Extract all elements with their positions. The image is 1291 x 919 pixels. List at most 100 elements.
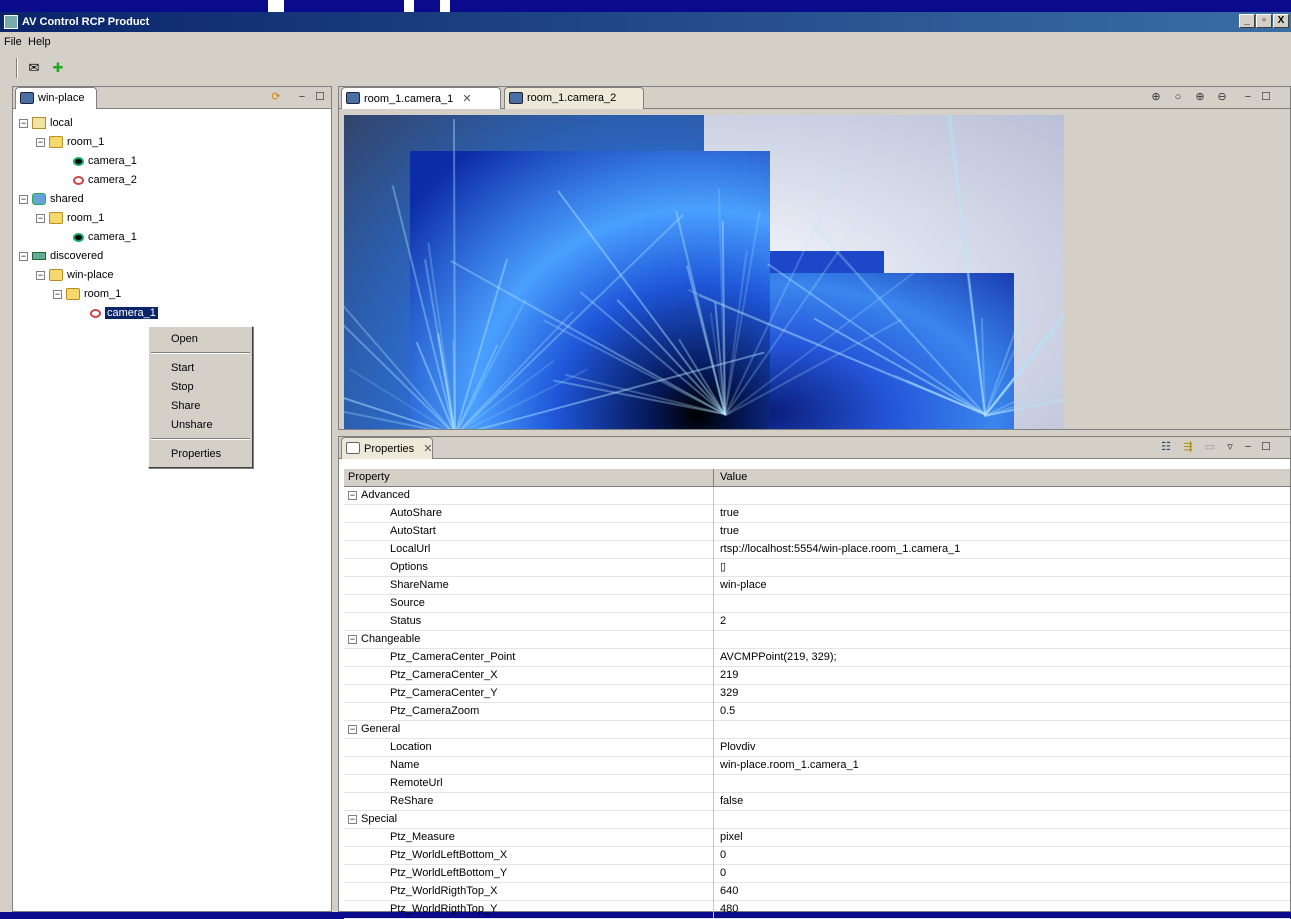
property-value[interactable]: 0 — [720, 865, 726, 882]
tree-node[interactable]: − local — [19, 115, 73, 133]
property-value[interactable]: ▯ — [720, 559, 726, 576]
menu-item-properties[interactable]: Properties — [171, 445, 221, 463]
property-row[interactable]: AutoStart true — [344, 523, 1290, 541]
property-row[interactable]: Ptz_WorldLeftBottom_Y 0 — [344, 865, 1290, 883]
tree-node[interactable]: camera_2 — [73, 172, 137, 190]
property-row[interactable]: Ptz_WorldLeftBottom_X 0 — [344, 847, 1290, 865]
restore-default-icon[interactable]: ▭ — [1203, 440, 1217, 454]
maximize-view-icon[interactable]: ☐ — [1259, 90, 1273, 104]
maximize-button[interactable]: ▫ — [1256, 14, 1272, 28]
zoom-fit-icon[interactable]: ⊕ — [1149, 90, 1163, 104]
property-row[interactable]: Ptz_CameraCenter_Y 329 — [344, 685, 1290, 703]
tab-camera-1[interactable]: room_1.camera_1 ✕ — [341, 87, 501, 109]
category-expander-icon[interactable]: − — [348, 814, 357, 824]
camera-video-view[interactable] — [344, 115, 1064, 429]
tree-node[interactable]: camera_1 — [73, 153, 137, 171]
minimize-view-icon[interactable]: − — [1241, 440, 1255, 454]
column-header-value[interactable]: Value — [720, 469, 747, 486]
maximize-view-icon[interactable]: ☐ — [1259, 440, 1273, 454]
property-value[interactable]: win-place — [720, 577, 766, 594]
category-expander-icon[interactable]: − — [348, 634, 357, 644]
property-row[interactable]: Ptz_WorldRigthTop_X 640 — [344, 883, 1290, 901]
property-value[interactable]: false — [720, 793, 743, 810]
tree-expander-icon[interactable]: − — [19, 118, 28, 128]
menu-item-unshare[interactable]: Unshare — [171, 416, 213, 434]
tree-expander-icon[interactable]: − — [36, 270, 45, 280]
add-icon[interactable]: ✚ — [50, 60, 66, 76]
property-row[interactable]: Ptz_CameraCenter_X 219 — [344, 667, 1290, 685]
property-value[interactable]: AVCMPPoint(219, 329); — [720, 649, 837, 666]
menu-help[interactable]: Help — [28, 36, 51, 48]
tree-node[interactable]: camera_1 — [90, 305, 158, 323]
tree-expander-icon[interactable]: − — [36, 213, 45, 223]
property-row[interactable]: RemoteUrl — [344, 775, 1290, 793]
tree-node[interactable]: − win-place — [36, 267, 113, 285]
category-expander-icon[interactable]: − — [348, 490, 357, 500]
property-value[interactable]: rtsp://localhost:5554/win-place.room_1.c… — [720, 541, 960, 558]
property-value[interactable]: true — [720, 523, 739, 540]
property-row[interactable]: Status 2 — [344, 613, 1290, 631]
tree-node[interactable]: − room_1 — [36, 210, 104, 228]
property-row[interactable]: Options ▯ — [344, 559, 1290, 577]
property-value[interactable]: 640 — [720, 883, 738, 900]
tree-expander-icon[interactable]: − — [53, 289, 62, 299]
zoom-in-icon[interactable]: ⊕ — [1193, 90, 1207, 104]
property-row[interactable]: Source — [344, 595, 1290, 613]
property-value[interactable]: Plovdiv — [720, 739, 755, 756]
property-category-row[interactable]: − Special — [344, 811, 1290, 829]
property-value[interactable]: pixel — [720, 829, 743, 846]
tree-expander-icon[interactable]: − — [36, 137, 45, 147]
property-value[interactable]: 329 — [720, 685, 738, 702]
tree-node[interactable]: camera_1 — [73, 229, 137, 247]
property-value[interactable]: 2 — [720, 613, 726, 630]
property-row[interactable]: Ptz_Measure pixel — [344, 829, 1290, 847]
tab-close-icon[interactable]: ✕ — [423, 443, 432, 455]
property-value[interactable]: true — [720, 505, 739, 522]
tab-properties[interactable]: Properties ✕ — [341, 437, 433, 459]
tab-win-place[interactable]: win-place — [15, 87, 97, 109]
property-row[interactable]: ReShare false — [344, 793, 1290, 811]
minimize-view-icon[interactable]: − — [1241, 90, 1255, 104]
property-value[interactable]: win-place.room_1.camera_1 — [720, 757, 859, 774]
property-category-row[interactable]: − Advanced — [344, 487, 1290, 505]
property-category-row[interactable]: − General — [344, 721, 1290, 739]
property-row[interactable]: LocalUrl rtsp://localhost:5554/win-place.… — [344, 541, 1290, 559]
tree-node[interactable]: − shared — [19, 191, 84, 209]
property-row[interactable]: Ptz_WorldRigthTop_Y 480 — [344, 901, 1290, 919]
menu-item-stop[interactable]: Stop — [171, 378, 194, 396]
property-value[interactable]: 219 — [720, 667, 738, 684]
tab-camera-2[interactable]: room_1.camera_2 — [504, 87, 644, 109]
property-value[interactable]: 0 — [720, 847, 726, 864]
property-row[interactable]: Ptz_CameraZoom 0.5 — [344, 703, 1290, 721]
tree-node[interactable]: − room_1 — [53, 286, 121, 304]
tree-node[interactable]: − room_1 — [36, 134, 104, 152]
maximize-view-icon[interactable]: ☐ — [313, 90, 327, 104]
menu-file[interactable]: File — [4, 36, 22, 48]
property-category-row[interactable]: − Changeable — [344, 631, 1290, 649]
tree-node[interactable]: − discovered — [19, 248, 103, 266]
property-row[interactable]: AutoShare true — [344, 505, 1290, 523]
categories-icon[interactable]: ☷ — [1159, 440, 1173, 454]
filter-icon[interactable]: ⇶ — [1181, 440, 1195, 454]
tab-close-icon[interactable]: ✕ — [462, 93, 471, 105]
property-row[interactable]: Location Plovdiv — [344, 739, 1290, 757]
mail-icon[interactable]: ✉ — [26, 60, 42, 76]
minimize-button[interactable]: _ — [1239, 14, 1255, 28]
sync-icon[interactable]: ⟳ — [269, 90, 283, 104]
column-header-property[interactable]: Property — [344, 469, 714, 487]
property-row[interactable]: ShareName win-place — [344, 577, 1290, 595]
category-expander-icon[interactable]: − — [348, 724, 357, 734]
close-button[interactable]: X — [1273, 14, 1289, 28]
menu-item-start[interactable]: Start — [171, 359, 194, 377]
menu-item-share[interactable]: Share — [171, 397, 200, 415]
tree-expander-icon[interactable]: − — [19, 194, 28, 204]
zoom-icon[interactable]: ○ — [1171, 90, 1185, 104]
property-row[interactable]: Ptz_CameraCenter_Point AVCMPPoint(219, 32… — [344, 649, 1290, 667]
view-menu-icon[interactable]: ▿ — [1223, 440, 1237, 454]
menu-item-open[interactable]: Open — [171, 330, 198, 348]
property-value[interactable]: 0.5 — [720, 703, 735, 720]
zoom-out-icon[interactable]: ⊖ — [1215, 90, 1229, 104]
property-value[interactable]: 480 — [720, 901, 738, 918]
minimize-view-icon[interactable]: − — [295, 90, 309, 104]
property-row[interactable]: Name win-place.room_1.camera_1 — [344, 757, 1290, 775]
